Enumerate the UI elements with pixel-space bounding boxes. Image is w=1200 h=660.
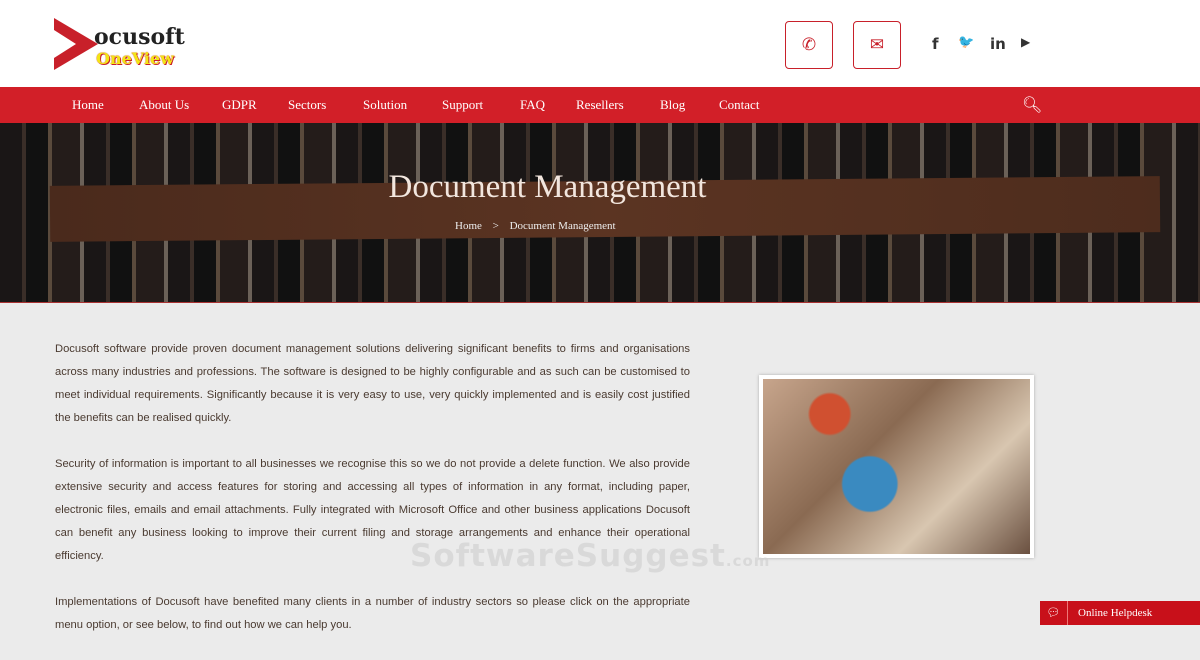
paragraph: Implementations of Docusoft have benefit…: [55, 596, 690, 631]
nav-faq[interactable]: FAQ: [520, 97, 545, 113]
hero-banner: Document Management Home > Document Mana…: [0, 123, 1200, 303]
breadcrumb: Home > Document Management: [455, 220, 624, 232]
mail-button[interactable]: ✉: [853, 21, 901, 69]
facebook-icon[interactable]: f: [932, 35, 939, 53]
search-icon[interactable]: 🔍︎: [1022, 95, 1042, 115]
nav-resellers[interactable]: Resellers: [576, 97, 624, 113]
watermark-text: SoftwareSuggest: [410, 538, 726, 574]
breadcrumb-home[interactable]: Home: [455, 220, 482, 232]
nav-sectors[interactable]: Sectors: [288, 97, 326, 113]
watermark: SoftwareSuggest.com: [410, 538, 770, 574]
chat-icon: 💬︎: [1040, 601, 1068, 625]
online-helpdesk-button[interactable]: 💬︎ Online Helpdesk: [1040, 601, 1200, 625]
phone-icon: ✆: [801, 35, 817, 54]
nav-blog[interactable]: Blog: [660, 97, 685, 113]
breadcrumb-current: Document Management: [509, 220, 616, 232]
logo-text: ocusoft: [94, 24, 185, 50]
helpdesk-label: Online Helpdesk: [1078, 607, 1153, 619]
watermark-suffix: .com: [725, 552, 771, 570]
nav-gdpr[interactable]: GDPR: [222, 97, 257, 113]
phone-button[interactable]: ✆: [785, 21, 833, 69]
paragraph: Docusoft software provide proven documen…: [55, 343, 690, 424]
intro-text: Docusoft software provide proven documen…: [55, 338, 690, 660]
breadcrumb-separator: >: [492, 220, 499, 232]
docusoft-logo[interactable]: ocusoft OneView: [54, 18, 194, 70]
logo-subtext: OneView: [96, 49, 174, 68]
nav-support[interactable]: Support: [442, 97, 483, 113]
page-title: Document Management: [388, 169, 707, 205]
main-nav: Home About Us GDPR Sectors Solution Supp…: [0, 87, 1200, 123]
nav-home[interactable]: Home: [72, 97, 104, 113]
nav-contact[interactable]: Contact: [719, 97, 759, 113]
linkedin-icon[interactable]: in: [990, 35, 1006, 53]
logo-arrow-icon: [54, 18, 98, 70]
youtube-icon[interactable]: ▶: [1021, 35, 1030, 49]
office-photo: [759, 375, 1034, 558]
site-header: ocusoft OneView ✆ ✉ f 🐦 in ▶: [0, 0, 1200, 87]
twitter-icon[interactable]: 🐦: [958, 35, 974, 50]
nav-about-us[interactable]: About Us: [139, 97, 189, 113]
mail-icon: ✉: [869, 35, 885, 54]
nav-solution[interactable]: Solution: [363, 97, 407, 113]
